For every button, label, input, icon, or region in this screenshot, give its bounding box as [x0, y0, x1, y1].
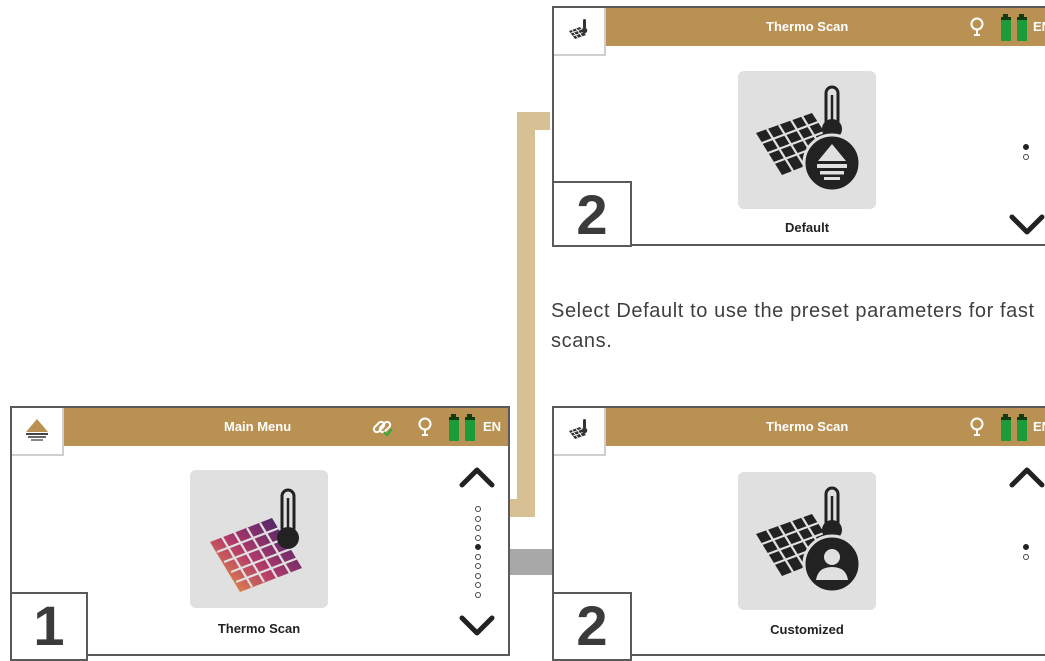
page-dot: [1023, 153, 1029, 160]
instruction-text: Select Default to use the preset paramet…: [551, 300, 1035, 352]
default-mode-icon: [756, 85, 862, 193]
scroll-up-arrow[interactable]: [459, 466, 495, 488]
scroll-down-arrow[interactable]: [459, 615, 495, 637]
thermo-scan-label: Thermo Scan: [217, 621, 301, 636]
page-dot: [475, 534, 481, 541]
page-indicator: [474, 506, 482, 606]
pyramid-logo-icon: [26, 419, 48, 441]
lightbulb-icon: [969, 416, 985, 443]
default-label: Default: [784, 220, 830, 235]
page-dot: [475, 544, 481, 550]
page-dot: [475, 553, 481, 560]
thermo-scan-icon: [210, 488, 302, 592]
screen-title: Main Menu: [224, 419, 292, 434]
lightbulb-icon: [969, 16, 985, 43]
page-dot: [475, 572, 481, 579]
mode-logo-button[interactable]: [554, 408, 606, 456]
screen-title: Thermo Scan: [766, 419, 849, 434]
battery-icon: [999, 414, 1031, 447]
connector-lower: [507, 549, 552, 575]
scroll-down-arrow[interactable]: [1009, 214, 1045, 236]
page-dot: [475, 582, 481, 588]
step-number-2-default: 2: [552, 181, 632, 247]
language-indicator[interactable]: EN: [1033, 8, 1045, 46]
link-check-icon: [370, 416, 394, 443]
customized-mode-tile[interactable]: [738, 472, 876, 610]
page-dot: [475, 515, 481, 522]
battery-icon: [447, 414, 479, 447]
screen-title: Thermo Scan: [766, 19, 849, 34]
lightbulb-icon: [417, 416, 433, 443]
mode-logo-button[interactable]: [554, 8, 606, 56]
customized-label: Customized: [770, 622, 844, 637]
connector-upper: [507, 112, 550, 517]
page-dot: [1023, 544, 1029, 550]
thermo-scan-small-icon: [569, 419, 588, 439]
page-dot: [1023, 144, 1029, 150]
page-dot: [475, 563, 481, 569]
home-logo-button[interactable]: [12, 408, 64, 456]
default-mode-tile[interactable]: [738, 71, 876, 209]
customized-mode-icon: [756, 486, 862, 594]
thermo-scan-small-icon: [569, 19, 588, 39]
page-indicator: [1022, 544, 1030, 574]
page-dot: [1023, 553, 1029, 560]
language-indicator[interactable]: EN: [1033, 408, 1045, 446]
step-number-2-customized: 2: [552, 592, 632, 661]
step-number-1: 1: [10, 592, 88, 661]
language-indicator[interactable]: EN: [483, 408, 501, 446]
battery-icon: [999, 14, 1031, 47]
page-indicator: [1022, 144, 1030, 174]
page-dot: [475, 506, 481, 512]
thermo-scan-tile[interactable]: [190, 470, 328, 608]
page-dot: [475, 591, 481, 598]
page-dot: [475, 525, 481, 531]
scroll-up-arrow[interactable]: [1009, 466, 1045, 488]
